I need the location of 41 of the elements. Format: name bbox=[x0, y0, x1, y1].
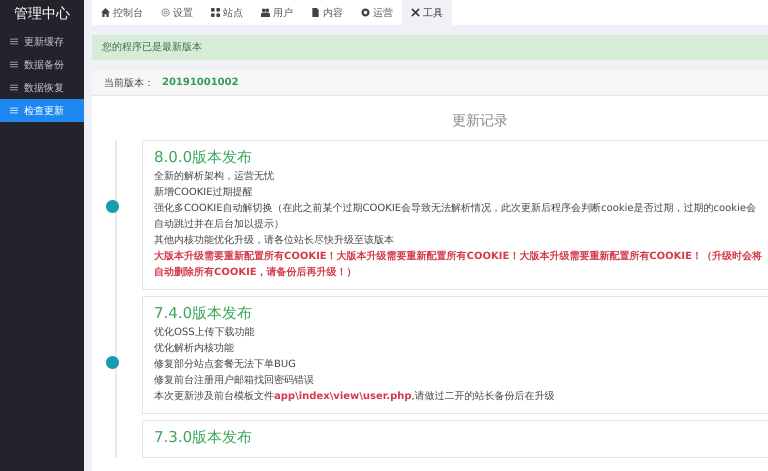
release-note: 其他内核功能优化升级，请各位站长尽快升级至该版本 bbox=[154, 234, 395, 248]
release-title: 7.4.0版本发布 bbox=[154, 303, 254, 323]
nav-tab[interactable]: 工具 bbox=[402, 0, 452, 25]
nav-tab[interactable]: 控制台 bbox=[92, 0, 152, 25]
timeline-dot bbox=[106, 356, 119, 369]
nav-tab[interactable]: 设置 bbox=[152, 0, 202, 25]
sidebar-title: 管理中心 bbox=[13, 5, 71, 24]
version-number: 20191001002 bbox=[162, 77, 239, 88]
release-note: 修复部分站点套餐无法下单BUG bbox=[154, 358, 297, 372]
release-note: 本次更新涉及前台模板文件app\index\view\user.php,请做过二开的站长备份后在升级 bbox=[154, 390, 556, 404]
release-note: 修复前台注册用户邮箱找回密码错误 bbox=[154, 374, 315, 388]
release-title: 7.3.0版本发布 bbox=[154, 427, 254, 447]
document-icon bbox=[311, 8, 320, 17]
release-note: 优化OSS上传下载功能 bbox=[154, 326, 256, 340]
release-note: 大版本升级需要重新配置所有COOKIE！大版本升级需要重新配置所有COOKIE！大版本升级需要重新配置所有COOKIE！（升级时会将自动删除所有COOKIE，请备份后再升级！） bbox=[154, 249, 762, 280]
release-title: 8.0.0版本发布 bbox=[154, 147, 254, 167]
menu-icon bbox=[10, 38, 18, 45]
grid-icon bbox=[211, 8, 220, 17]
menu-icon bbox=[10, 84, 18, 91]
sidebar-item[interactable]: 更新缓存 bbox=[0, 30, 84, 53]
menu-icon bbox=[10, 61, 18, 68]
success-alert: 您的程序已是最新版本 bbox=[92, 35, 768, 60]
release-note: 全新的解析架构，运营无忧 bbox=[154, 170, 275, 184]
nav-tab[interactable]: 内容 bbox=[302, 0, 352, 25]
sidebar-item[interactable]: 检查更新 bbox=[0, 99, 84, 122]
section-heading: 更新记录 bbox=[451, 112, 509, 131]
release-note: 优化解析内核功能 bbox=[154, 342, 235, 356]
users-icon bbox=[261, 8, 270, 17]
nav-tab[interactable]: 站点 bbox=[202, 0, 252, 25]
home-icon bbox=[101, 8, 110, 17]
sidebar-item[interactable]: 数据备份 bbox=[0, 53, 84, 76]
sidebar-item[interactable]: 数据恢复 bbox=[0, 76, 84, 99]
timeline-dot bbox=[106, 200, 119, 213]
menu-icon bbox=[10, 107, 18, 114]
version-label: 当前版本： bbox=[104, 76, 154, 90]
gear-icon bbox=[361, 8, 370, 17]
nav-tab[interactable]: 运营 bbox=[352, 0, 402, 25]
release-note: 强化多COOKIE自动解切换（在此之前某个过期COOKIE会导致无法解析情况，此次更新后程序会判断cookie是否过期，过期的cookie会自动跳过并在后台加以提示） bbox=[154, 202, 758, 232]
release-note: 新增COOKIE过期提醒 bbox=[154, 186, 254, 200]
nav-tab[interactable]: 用户 bbox=[252, 0, 302, 25]
settings-icon bbox=[161, 8, 170, 17]
